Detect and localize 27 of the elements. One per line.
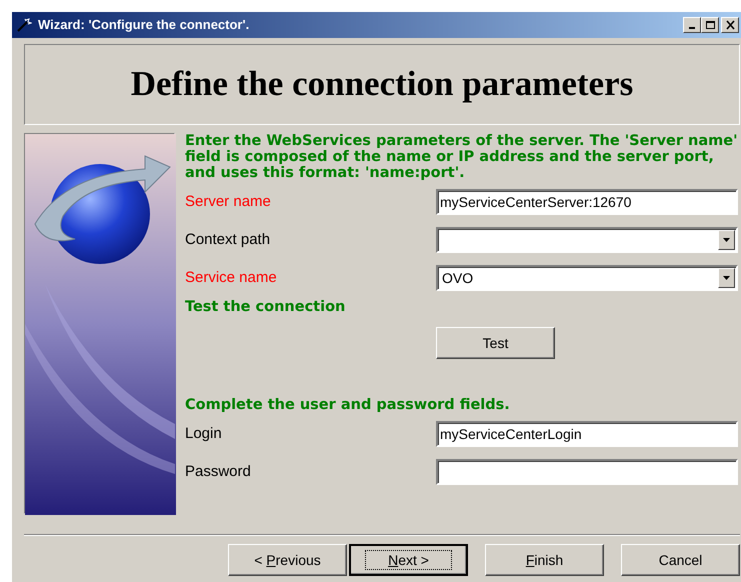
- close-icon: [724, 20, 736, 30]
- wand-icon: [16, 18, 32, 32]
- input-field[interactable]: [436, 459, 738, 485]
- input-field[interactable]: myServiceCenterLogin: [436, 421, 738, 447]
- minimize-button[interactable]: [683, 17, 701, 33]
- wizard-button[interactable]: Finish: [485, 544, 604, 576]
- input-field[interactable]: myServiceCenterServer:12670: [436, 189, 738, 215]
- maximize-icon: [704, 20, 716, 30]
- maximize-button[interactable]: [701, 17, 719, 33]
- minimize-icon: [689, 27, 695, 29]
- section-heading: Test the connection: [185, 299, 346, 315]
- field-label: Login: [185, 424, 223, 444]
- wizard-button[interactable]: < Previous: [228, 544, 347, 576]
- wizard-button[interactable]: Cancel: [621, 544, 740, 576]
- field-label: Server name: [185, 192, 272, 212]
- field-label: Service name: [185, 268, 278, 288]
- dropdown-field[interactable]: OVO: [436, 265, 738, 291]
- dropdown-field[interactable]: [436, 227, 738, 253]
- section-heading: Complete the user and password fields.: [185, 397, 511, 413]
- field-label: Password: [185, 462, 252, 482]
- wizard-button[interactable]: Next >: [349, 544, 468, 576]
- section-heading: Enter the WebServices parameters of the server. The 'Server name' field is composed of the name or IP address and the server port, and uses this format: 'name:port'.: [185, 133, 739, 181]
- window-title: Wizard: 'Configure the connector'.: [38, 16, 250, 34]
- close-button[interactable]: [721, 17, 739, 33]
- field-label: Context path: [185, 230, 272, 250]
- page-heading: Define the connection parameters: [130, 63, 634, 106]
- test-button[interactable]: Test: [436, 327, 555, 359]
